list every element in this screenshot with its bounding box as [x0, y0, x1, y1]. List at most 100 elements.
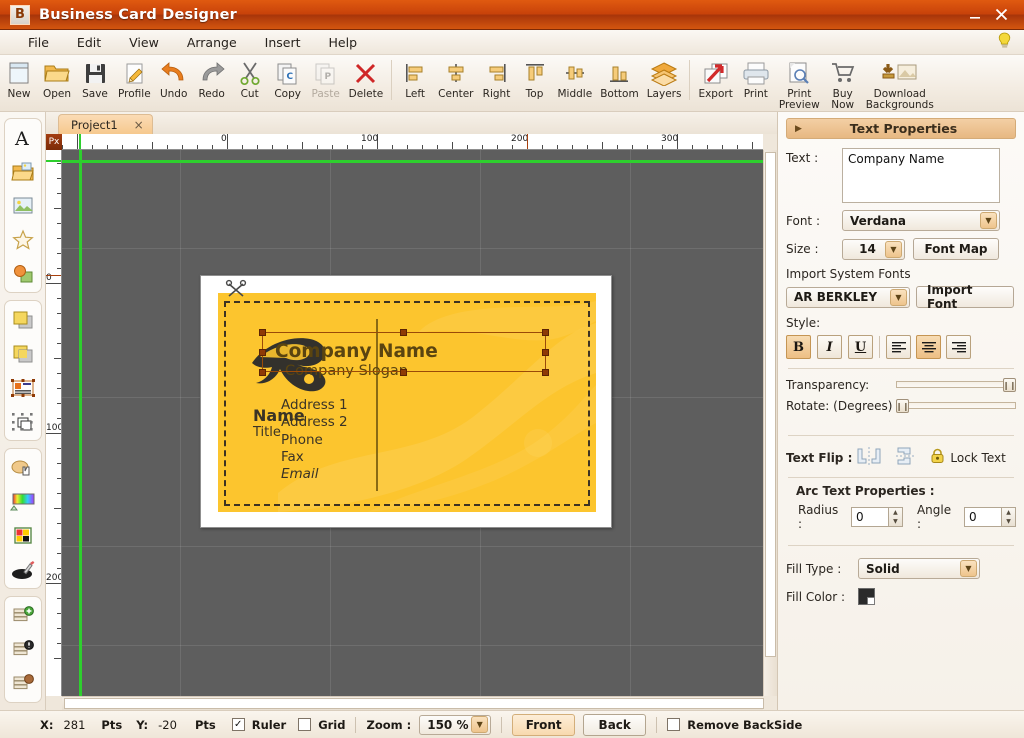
- card-fax[interactable]: Fax: [281, 449, 304, 465]
- toolbar-align-top-button[interactable]: Top: [516, 58, 554, 100]
- transparency-slider[interactable]: ❙❙: [896, 378, 1016, 392]
- expand-arrow-icon[interactable]: ▶: [795, 124, 802, 134]
- vertical-ruler[interactable]: 0 100 200: [46, 150, 62, 696]
- chevron-down-icon[interactable]: ▼: [960, 560, 977, 577]
- palette-tool[interactable]: [7, 520, 39, 551]
- text-input[interactable]: [842, 148, 1000, 203]
- card-address-line-2[interactable]: Address 2: [281, 414, 348, 430]
- menu-arrange[interactable]: Arrange: [173, 32, 251, 53]
- fill-type-select[interactable]: Solid ▼: [858, 558, 980, 579]
- toolbar-open-button[interactable]: Open: [38, 58, 76, 100]
- minimize-icon[interactable]: [969, 9, 981, 21]
- insert-image-tool[interactable]: [7, 190, 39, 221]
- grid-checkbox[interactable]: [298, 718, 312, 731]
- menu-help[interactable]: Help: [315, 32, 372, 53]
- add-layer-tool[interactable]: [7, 600, 39, 631]
- vertical-scrollbar[interactable]: [763, 150, 777, 696]
- toolbar-download-backgrounds-button[interactable]: Download Backgrounds: [862, 58, 938, 111]
- system-font-select[interactable]: AR BERKLEY ▼: [786, 286, 910, 308]
- back-button[interactable]: Back: [583, 713, 647, 736]
- flip-horizontal-icon[interactable]: [856, 447, 882, 469]
- resize-handle-ne[interactable]: [542, 329, 549, 336]
- chevron-down-icon[interactable]: ▼: [890, 288, 907, 306]
- ruler-unit-button[interactable]: Px: [46, 134, 62, 150]
- chevron-down-icon[interactable]: ▼: [471, 716, 489, 733]
- resize-handle-se[interactable]: [542, 369, 549, 376]
- import-font-button[interactable]: Import Font: [916, 283, 1014, 311]
- tab-close-icon[interactable]: ×: [134, 118, 144, 132]
- card-phone[interactable]: Phone: [281, 432, 323, 448]
- toolbar-new-button[interactable]: New: [0, 58, 38, 100]
- menu-view[interactable]: View: [115, 32, 173, 53]
- delete-layer-tool[interactable]: [7, 634, 39, 665]
- bold-button[interactable]: B: [786, 335, 811, 359]
- send-backward-tool[interactable]: [7, 338, 39, 369]
- italic-button[interactable]: I: [817, 335, 842, 359]
- card-email[interactable]: Email: [281, 466, 318, 482]
- ruler-checkbox[interactable]: ✓: [231, 718, 245, 731]
- chevron-down-icon[interactable]: ▼: [980, 212, 997, 229]
- toolbar-align-right-button[interactable]: Right: [478, 58, 516, 100]
- remove-backside-checkbox[interactable]: [667, 718, 681, 731]
- toolbar-print-button[interactable]: Print: [737, 58, 775, 100]
- toolbar-align-bottom-button[interactable]: Bottom: [596, 58, 643, 100]
- toolbar-align-middle-button[interactable]: Middle: [554, 58, 597, 100]
- toolbar-copy-button[interactable]: C Copy: [269, 58, 307, 100]
- open-image-tool[interactable]: [7, 156, 39, 187]
- eyedropper-tool[interactable]: [7, 554, 39, 585]
- front-button[interactable]: Front: [512, 713, 576, 736]
- lock-icon[interactable]: [930, 448, 945, 468]
- lock-text-control[interactable]: Lock Text: [930, 448, 1006, 468]
- toolbar-align-left-button[interactable]: Left: [396, 58, 434, 100]
- resize-handle-w[interactable]: [259, 349, 266, 356]
- font-select[interactable]: Verdana ▼: [842, 210, 1000, 231]
- toolbar-save-button[interactable]: Save: [76, 58, 114, 100]
- design-stage[interactable]: Name Title Company Name Company Slogan A…: [62, 150, 763, 696]
- toolbar-delete-button[interactable]: Delete: [345, 58, 388, 100]
- rotate-slider-knob[interactable]: ❙❙: [896, 399, 909, 413]
- align-right-button[interactable]: [946, 335, 971, 359]
- horizontal-scrollbar[interactable]: [62, 696, 764, 710]
- group-objects-tool[interactable]: [7, 372, 39, 403]
- duplicate-layer-tool[interactable]: [7, 668, 39, 699]
- horizontal-ruler[interactable]: 0 100 200 300: [62, 134, 763, 150]
- align-center-button[interactable]: [916, 335, 941, 359]
- toolbar-cut-button[interactable]: Cut: [231, 58, 269, 100]
- angle-spin-buttons[interactable]: ▲ ▼: [1002, 507, 1016, 527]
- align-left-button[interactable]: [886, 335, 911, 359]
- menu-edit[interactable]: Edit: [63, 32, 115, 53]
- pan-tool[interactable]: [7, 452, 39, 483]
- vertical-guide[interactable]: [79, 150, 82, 696]
- angle-stepper[interactable]: ▲▼: [964, 507, 1016, 527]
- text-properties-header[interactable]: ▶ Text Properties: [786, 118, 1016, 139]
- shape-tool[interactable]: [7, 224, 39, 255]
- toolbar-export-button[interactable]: Export: [694, 58, 736, 100]
- text-tool[interactable]: A: [7, 122, 39, 153]
- select-objects-tool[interactable]: [7, 406, 39, 437]
- vertical-scrollbar-thumb[interactable]: [765, 152, 776, 657]
- flip-vertical-icon[interactable]: [896, 446, 918, 470]
- card-title[interactable]: Title: [253, 425, 281, 440]
- rotate-slider[interactable]: ❙❙: [896, 399, 1016, 413]
- toolbar-print-preview-button[interactable]: Print Preview: [775, 58, 824, 111]
- toolbar-profile-button[interactable]: Profile: [114, 58, 155, 100]
- radius-input[interactable]: [850, 507, 889, 527]
- business-card[interactable]: Name Title Company Name Company Slogan A…: [218, 293, 596, 512]
- toolbar-paste-button[interactable]: P Paste: [307, 58, 345, 100]
- menu-insert[interactable]: Insert: [251, 32, 315, 53]
- fill-color-swatch[interactable]: [858, 588, 875, 605]
- size-select[interactable]: 14 ▼: [842, 238, 905, 260]
- chevron-down-icon[interactable]: ▼: [885, 240, 902, 258]
- toolbar-undo-button[interactable]: Undo: [155, 58, 193, 100]
- close-icon[interactable]: [995, 8, 1008, 21]
- menu-file[interactable]: File: [14, 32, 63, 53]
- gradient-tool[interactable]: [7, 486, 39, 517]
- resize-handle-nw[interactable]: [259, 329, 266, 336]
- toolbar-buy-now-button[interactable]: Buy Now: [824, 58, 862, 111]
- radius-spin-buttons[interactable]: ▲ ▼: [888, 507, 903, 527]
- angle-input[interactable]: [964, 507, 1002, 527]
- zoom-select[interactable]: 150 % ▼: [419, 714, 492, 735]
- underline-button[interactable]: U: [848, 335, 873, 359]
- lightbulb-icon[interactable]: [997, 32, 1012, 53]
- card-paper[interactable]: Name Title Company Name Company Slogan A…: [200, 275, 612, 528]
